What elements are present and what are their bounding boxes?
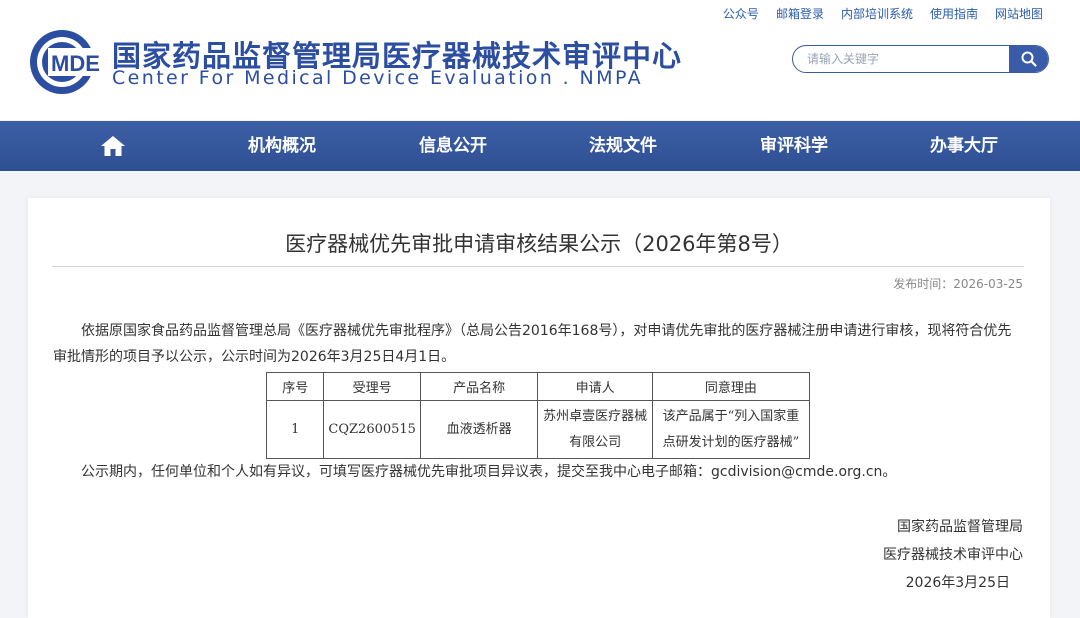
top-link-sitemap[interactable]: 网站地图 — [995, 5, 1043, 22]
signature-org1: 国家药品监督管理局 — [897, 519, 1023, 535]
col-header-reason: 同意理由 — [651, 372, 811, 401]
col-header-applicant: 申请人 — [537, 372, 653, 401]
top-link-training-system[interactable]: 内部培训系统 — [841, 5, 913, 22]
home-icon[interactable] — [100, 134, 126, 158]
nav-item-review-science[interactable]: 审评科学 — [760, 121, 828, 171]
cell-no: 1 — [265, 400, 325, 459]
table-header-row: 序号 受理号 产品名称 申请人 同意理由 — [265, 372, 811, 401]
top-link-wechat[interactable]: 公众号 — [723, 5, 759, 22]
col-header-product: 产品名称 — [419, 372, 539, 401]
result-table: 序号 受理号 产品名称 申请人 同意理由 1 CQZ2600515 血液透析器 … — [265, 372, 811, 459]
search-icon — [1021, 51, 1037, 67]
nav-item-info-disclosure[interactable]: 信息公开 — [419, 121, 487, 171]
site-title-en: Center For Medical Device Evaluation . N… — [112, 67, 643, 89]
article-card: 医疗器械优先审批申请审核结果公示（2026年第8号） 发布时间：2026-03-… — [28, 198, 1050, 618]
logo-text: MDE — [51, 51, 100, 76]
site-header: 公众号 邮箱登录 内部培训系统 使用指南 网站地图 MDE 国家药品监督管理局医… — [0, 0, 1080, 120]
nav-item-about[interactable]: 机构概况 — [248, 121, 316, 171]
top-link-user-guide[interactable]: 使用指南 — [930, 5, 978, 22]
main-nav: 机构概况 信息公开 法规文件 审评科学 办事大厅 — [0, 121, 1080, 171]
nav-item-regulations[interactable]: 法规文件 — [589, 121, 657, 171]
search-input[interactable] — [793, 46, 1011, 72]
signature-org2: 医疗器械技术审评中心 — [883, 547, 1023, 563]
title-divider — [52, 266, 1024, 267]
article-notice: 公示期内，任何单位和个人如有异议，可填写医疗器械优先审批项目异议表，提交至我中心… — [81, 464, 897, 480]
cell-product: 血液透析器 — [419, 400, 539, 459]
search-box — [792, 45, 1049, 73]
top-links: 公众号 邮箱登录 内部培训系统 使用指南 网站地图 — [723, 5, 1043, 22]
top-link-mail-login[interactable]: 邮箱登录 — [776, 5, 824, 22]
col-header-no: 序号 — [265, 372, 325, 401]
search-button[interactable] — [1009, 46, 1048, 72]
cell-applicant: 苏州卓壹医疗器械有限公司 — [537, 400, 653, 459]
cell-reason: 该产品属于“列入国家重点研发计划的医疗器械” — [651, 400, 811, 459]
article-title: 医疗器械优先审批申请审核结果公示（2026年第8号） — [285, 232, 793, 256]
nav-item-service-hall[interactable]: 办事大厅 — [930, 121, 998, 171]
mde-logo[interactable]: MDE — [28, 28, 108, 96]
table-row: 1 CQZ2600515 血液透析器 苏州卓壹医疗器械有限公司 该产品属于“列入… — [265, 400, 811, 459]
col-header-accept-no: 受理号 — [323, 372, 421, 401]
signature-date: 2026年3月25日 — [905, 575, 1010, 591]
cell-accept-no: CQZ2600515 — [323, 400, 421, 459]
publish-date: 发布时间：2026-03-25 — [893, 277, 1023, 291]
article-intro: 依据原国家食品药品监督管理总局《医疗器械优先审批程序》（总局公告2016年168… — [53, 323, 1012, 365]
